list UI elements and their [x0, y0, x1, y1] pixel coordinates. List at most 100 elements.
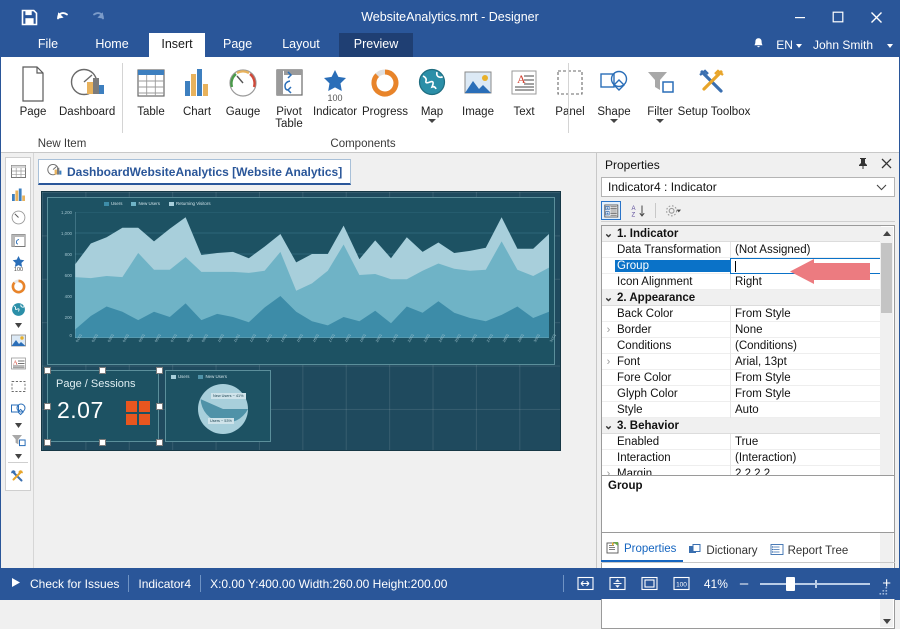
toolbox-item-pivot-table[interactable] — [6, 229, 30, 252]
chevron-down-icon[interactable]: ⌄ — [602, 291, 615, 304]
language-selector[interactable]: EN — [776, 38, 802, 52]
property-value[interactable]: Auto — [730, 402, 881, 418]
scroll-down-button[interactable] — [880, 614, 893, 627]
property-value[interactable]: (Interaction) — [730, 450, 881, 466]
view-pages-continuous-icon[interactable] — [576, 575, 596, 593]
resize-handle-s[interactable] — [99, 439, 106, 446]
property-row[interactable]: StyleAuto — [602, 402, 881, 418]
view-pages-vertical-icon[interactable] — [608, 575, 628, 593]
chevron-right-icon[interactable]: › — [602, 324, 615, 336]
document-tab[interactable]: DashboardWebsiteAnalytics [Website Analy… — [38, 159, 351, 185]
toolbox-item-panel[interactable] — [6, 375, 30, 398]
toolbox-item-progress[interactable] — [6, 275, 30, 298]
tab-layout[interactable]: Layout — [271, 33, 331, 57]
toolbox-item-shape[interactable] — [6, 398, 30, 421]
resize-handle-n[interactable] — [99, 367, 106, 374]
toolbox-item-gauge[interactable] — [6, 206, 30, 229]
property-value[interactable]: Arial, 13pt — [730, 354, 881, 370]
property-value[interactable]: None — [730, 322, 881, 338]
resize-grip-icon[interactable] — [878, 586, 888, 596]
toolbox-item-indicator[interactable]: 100 — [6, 252, 30, 275]
tab-dictionary[interactable]: Dictionary — [683, 541, 764, 562]
property-row[interactable]: Interaction(Interaction) — [602, 450, 881, 466]
zoom-slider-thumb[interactable] — [786, 577, 795, 591]
property-value[interactable]: Right — [730, 274, 881, 290]
ribbon-button-indicator[interactable]: 100 Indicator — [307, 61, 363, 118]
tab-file[interactable]: File — [23, 33, 73, 57]
tab-preview[interactable]: Preview — [339, 33, 413, 57]
toolbox-item-setup-toolbox[interactable] — [6, 465, 30, 488]
chevron-down-icon[interactable] — [610, 119, 618, 123]
toolbox-item-chart[interactable] — [6, 183, 30, 206]
sort-az-icon[interactable]: AZ — [628, 201, 648, 220]
property-row[interactable]: Group — [602, 258, 881, 274]
property-row[interactable]: Data Transformation(Not Assigned) — [602, 242, 881, 258]
pie-chart-widget[interactable]: Users New Users New Users ~ 41% Users ~ … — [165, 370, 271, 442]
play-icon[interactable] — [11, 577, 21, 591]
property-row[interactable]: ›BorderNone — [602, 322, 881, 338]
close-button[interactable] — [857, 1, 895, 33]
property-value[interactable]: (Conditions) — [730, 338, 881, 354]
property-row[interactable]: Back ColorFrom Style — [602, 306, 881, 322]
property-row[interactable]: Glyph ColorFrom Style — [602, 386, 881, 402]
toolbox-shape-dropdown[interactable] — [6, 421, 30, 429]
zoom-out-button[interactable]: – — [740, 577, 748, 591]
chevron-down-icon[interactable]: ⌄ — [602, 227, 615, 240]
dashboard-canvas[interactable]: Users New Users Returning Visitors 1,200 — [41, 191, 561, 451]
chevron-down-icon[interactable] — [428, 119, 436, 123]
check-for-issues-button[interactable]: Check for Issues — [30, 577, 119, 591]
resize-handle-sw[interactable] — [44, 439, 51, 446]
resize-handle-ne[interactable] — [156, 367, 163, 374]
property-value[interactable]: From Style — [730, 370, 881, 386]
tab-home[interactable]: Home — [83, 33, 141, 57]
tab-properties[interactable]: Properties — [601, 539, 683, 562]
pin-icon[interactable] — [855, 156, 870, 171]
account-menu-chevron[interactable] — [884, 38, 893, 52]
scrollbar-thumb[interactable] — [881, 243, 892, 313]
tab-insert[interactable]: Insert — [149, 33, 205, 57]
property-category-row[interactable]: ⌄2. Appearance — [602, 290, 881, 306]
close-icon[interactable] — [879, 156, 894, 171]
tab-page[interactable]: Page — [213, 33, 261, 57]
gear-icon[interactable] — [663, 201, 683, 220]
ribbon-button-dashboard[interactable]: Dashboard — [59, 61, 115, 118]
property-value[interactable]: From Style — [730, 386, 881, 402]
property-row[interactable]: EnabledTrue — [602, 434, 881, 450]
chevron-down-icon[interactable] — [656, 119, 664, 123]
toolbox-item-table[interactable] — [6, 160, 30, 183]
property-row[interactable]: ›FontArial, 13pt — [602, 354, 881, 370]
toolbox-item-map[interactable] — [6, 298, 30, 321]
view-zoom-100-icon[interactable]: 100 — [672, 575, 692, 593]
property-value[interactable]: From Style — [730, 306, 881, 322]
toolbox-item-filter[interactable] — [6, 429, 30, 452]
chevron-right-icon[interactable]: › — [602, 356, 615, 368]
toolbox-item-image[interactable] — [6, 329, 30, 352]
resize-handle-nw[interactable] — [44, 367, 51, 374]
property-grid-scrollbar[interactable] — [880, 227, 893, 627]
toolbox-filter-dropdown[interactable] — [6, 452, 30, 460]
ribbon-button-page[interactable]: Page — [5, 61, 61, 118]
view-single-page-icon[interactable] — [640, 575, 660, 593]
resize-handle-se[interactable] — [156, 439, 163, 446]
property-category-row[interactable]: ⌄3. Behavior — [602, 418, 881, 434]
maximize-button[interactable] — [819, 1, 857, 33]
scroll-up-button[interactable] — [880, 227, 893, 240]
minimize-button[interactable] — [781, 1, 819, 33]
property-row[interactable]: Conditions(Conditions) — [602, 338, 881, 354]
bell-icon[interactable] — [752, 37, 765, 53]
kpi-widget[interactable]: Page / Sessions 2.07 — [47, 370, 159, 442]
tab-report-tree[interactable]: Report Tree — [765, 541, 856, 562]
user-account-label[interactable]: John Smith — [813, 38, 873, 52]
toolbox-item-text[interactable]: A — [6, 352, 30, 375]
property-value[interactable] — [730, 258, 881, 274]
categorized-view-button[interactable] — [601, 201, 621, 220]
object-selector-dropdown[interactable]: Indicator4 : Indicator — [601, 177, 895, 197]
property-value[interactable]: (Not Assigned) — [730, 242, 881, 258]
property-row[interactable]: Fore ColorFrom Style — [602, 370, 881, 386]
toolbox-map-dropdown[interactable] — [6, 321, 30, 329]
property-value[interactable]: True — [730, 434, 881, 450]
property-category-row[interactable]: ⌄1. Indicator — [602, 226, 881, 242]
area-chart-widget[interactable]: Users New Users Returning Visitors 1,200 — [47, 197, 555, 365]
resize-handle-e[interactable] — [156, 403, 163, 410]
property-row[interactable]: Icon AlignmentRight — [602, 274, 881, 290]
